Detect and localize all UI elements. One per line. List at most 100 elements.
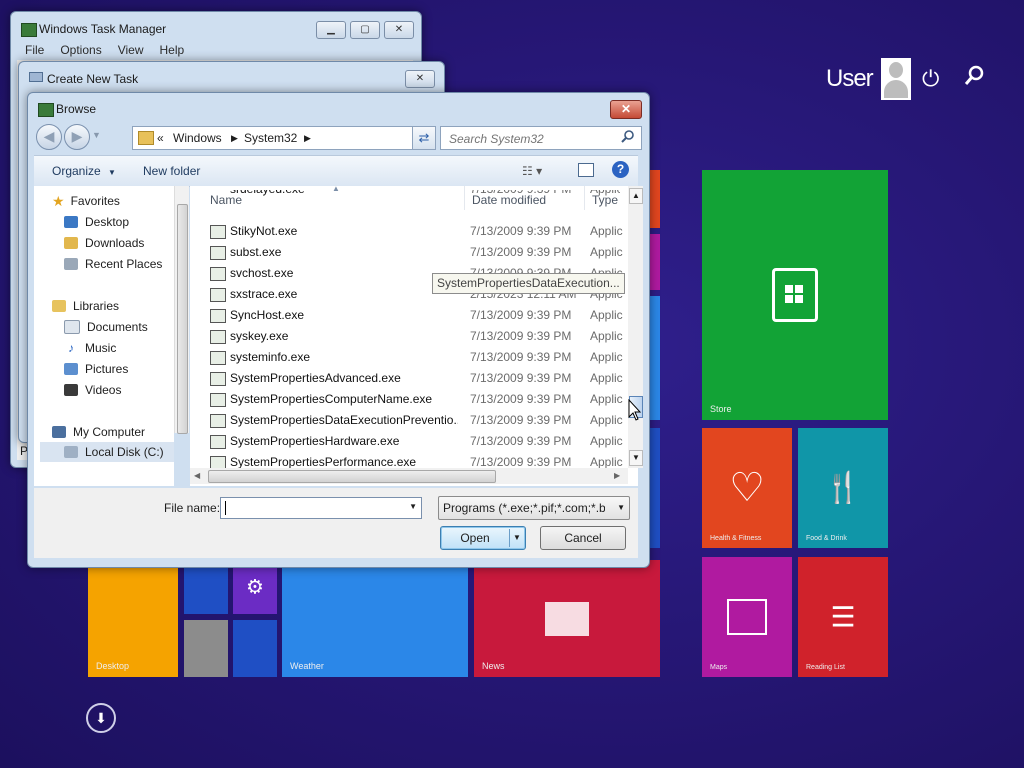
tile-reading[interactable]: ☰ Reading List — [798, 557, 888, 677]
recent-pages-dropdown[interactable]: ▼ — [92, 130, 101, 140]
tile-partial-blue-2[interactable] — [650, 428, 660, 548]
exe-file-icon — [210, 225, 226, 239]
forward-button[interactable]: ▶ — [64, 124, 90, 150]
view-options-icon[interactable]: ☷ ▾ — [522, 164, 542, 178]
scroll-up-button[interactable]: ▲ — [629, 188, 643, 204]
tile-food[interactable]: 🍴 Food & Drink — [798, 428, 888, 548]
avatar[interactable] — [880, 58, 911, 100]
help-icon[interactable]: ? — [612, 161, 629, 178]
tile-partial-orange[interactable] — [650, 170, 660, 228]
preview-pane-icon[interactable] — [578, 163, 594, 177]
chevron-down-icon: ▼ — [108, 168, 116, 177]
breadcrumb-system32[interactable]: System32 — [244, 131, 297, 145]
file-row[interactable]: SystemPropertiesAdvanced.exe 7/13/2009 9:… — [190, 368, 623, 389]
nav-item-documents[interactable]: Documents — [64, 317, 148, 337]
user-account[interactable]: User — [826, 58, 911, 100]
maximize-button[interactable]: ▢ — [350, 21, 380, 39]
address-prefix[interactable]: « — [157, 131, 164, 145]
open-button[interactable]: Open ▼ — [440, 526, 526, 550]
file-row[interactable]: SystemPropertiesDataExecutionPreventio..… — [190, 410, 623, 431]
chevron-down-icon[interactable]: ▼ — [513, 527, 521, 549]
tile-partial-purple[interactable] — [650, 234, 660, 290]
tile-small-3[interactable] — [184, 620, 228, 677]
file-row[interactable]: StikyNot.exe 7/13/2009 9:39 PM Applic — [190, 221, 623, 242]
nav-item-music[interactable]: ♪ Music — [64, 338, 116, 358]
close-button[interactable]: ✕ — [384, 21, 414, 39]
nav-favorites[interactable]: ★ Favorites — [52, 191, 120, 211]
minimize-button[interactable]: ▁ — [316, 21, 346, 39]
tile-maps[interactable]: Maps — [702, 557, 792, 677]
nav-item-recent-places[interactable]: Recent Places — [64, 254, 162, 274]
window-title: Create New Task — [47, 72, 139, 86]
newspaper-icon — [545, 601, 589, 636]
tile-desktop[interactable]: Desktop — [88, 560, 178, 677]
file-row[interactable]: SystemPropertiesComputerName.exe 7/13/200… — [190, 389, 623, 410]
file-type-filter[interactable]: Programs (*.exe;*.pif;*.com;*.ba ▼ — [438, 496, 630, 520]
nav-my-computer[interactable]: My Computer — [52, 422, 145, 442]
menu-options[interactable]: Options — [60, 43, 101, 57]
file-vertical-scrollbar[interactable]: ▲ ▼ — [628, 186, 643, 468]
tile-news[interactable]: News — [474, 560, 660, 677]
file-horizontal-scrollbar[interactable]: ◀ ▶ — [190, 468, 628, 484]
scroll-thumb[interactable] — [208, 470, 496, 483]
exe-file-icon — [210, 330, 226, 344]
power-icon[interactable]: ⏻ — [922, 66, 939, 92]
file-name-field[interactable]: ▼ — [220, 497, 422, 519]
menu-file[interactable]: File — [25, 43, 44, 57]
scroll-right-button[interactable]: ▶ — [614, 471, 620, 480]
chevron-down-icon[interactable]: ▼ — [409, 502, 417, 511]
file-row[interactable]: systeminfo.exe 7/13/2009 9:39 PM Applic — [190, 347, 623, 368]
documents-icon — [64, 320, 80, 334]
refresh-button[interactable]: ⇄ — [412, 126, 436, 150]
close-button[interactable]: ✕ — [610, 100, 642, 119]
search-box[interactable] — [440, 126, 642, 150]
tile-health[interactable]: ♡ Health & Fitness — [702, 428, 792, 548]
file-date: 7/13/2009 9:39 PM — [470, 371, 572, 385]
command-toolbar: Organize ▼ New folder ☷ ▾ ? — [34, 155, 638, 187]
tile-small-4[interactable] — [233, 620, 277, 677]
back-button[interactable]: ◀ — [36, 124, 62, 150]
search-icon[interactable] — [964, 64, 986, 92]
nav-scroll-thumb[interactable] — [177, 204, 188, 434]
nav-item-pictures[interactable]: Pictures — [64, 359, 128, 379]
tile-weather[interactable]: Weather — [282, 560, 468, 677]
nav-item-videos[interactable]: Videos — [64, 380, 121, 400]
nav-item-downloads[interactable]: Downloads — [64, 233, 144, 253]
breadcrumb-windows[interactable]: Windows — [173, 131, 222, 145]
exe-file-icon — [210, 309, 226, 323]
scroll-left-button[interactable]: ◀ — [194, 471, 200, 480]
nav-libraries[interactable]: Libraries — [52, 296, 119, 316]
tile-small-2[interactable]: ⚙ — [233, 560, 277, 614]
file-row[interactable]: SyncHost.exe 7/13/2009 9:39 PM Applic — [190, 305, 623, 326]
search-icon[interactable] — [621, 129, 635, 146]
nav-item-desktop[interactable]: Desktop — [64, 212, 129, 232]
down-arrow-icon[interactable]: ⬇ — [86, 703, 116, 733]
tile-partial-blue[interactable] — [650, 296, 660, 420]
file-row[interactable]: syskey.exe 7/13/2009 9:39 PM Applic — [190, 326, 623, 347]
file-type: Applic — [590, 224, 623, 238]
tile-store[interactable]: Store — [702, 170, 888, 420]
tile-small-1[interactable] — [184, 560, 228, 614]
file-type: Applic — [590, 329, 623, 343]
nav-item-local-disk[interactable]: Local Disk (C:) — [40, 442, 174, 462]
file-row[interactable]: srdelayed.exe 7/13/2009 9:39 PM Applic — [190, 190, 620, 200]
nav-label: Recent Places — [85, 257, 163, 271]
organize-button[interactable]: Organize ▼ — [52, 164, 116, 178]
file-name: srdelayed.exe — [230, 190, 458, 196]
close-button[interactable]: ✕ — [405, 70, 435, 88]
browse-dialog[interactable]: Browse ✕ ◀ ▶ ▼ « Windows ▶ System32 ▶ ▼ … — [27, 92, 650, 568]
search-input[interactable] — [447, 129, 621, 149]
new-folder-button[interactable]: New folder — [143, 164, 200, 178]
chevron-right-icon: ▶ — [231, 133, 238, 143]
scroll-down-button[interactable]: ▼ — [629, 450, 643, 466]
menu-help[interactable]: Help — [160, 43, 185, 57]
nav-label: Videos — [85, 383, 122, 397]
computer-icon — [52, 426, 66, 438]
window-title: Windows Task Manager — [39, 22, 167, 36]
address-bar[interactable]: « Windows ▶ System32 ▶ ▼ — [132, 126, 428, 150]
file-row[interactable]: SystemPropertiesHardware.exe 7/13/2009 9:… — [190, 431, 623, 452]
cancel-button[interactable]: Cancel — [540, 526, 626, 550]
nav-scrollbar[interactable] — [174, 186, 189, 434]
menu-view[interactable]: View — [118, 43, 144, 57]
file-row[interactable]: subst.exe 7/13/2009 9:39 PM Applic — [190, 242, 623, 263]
